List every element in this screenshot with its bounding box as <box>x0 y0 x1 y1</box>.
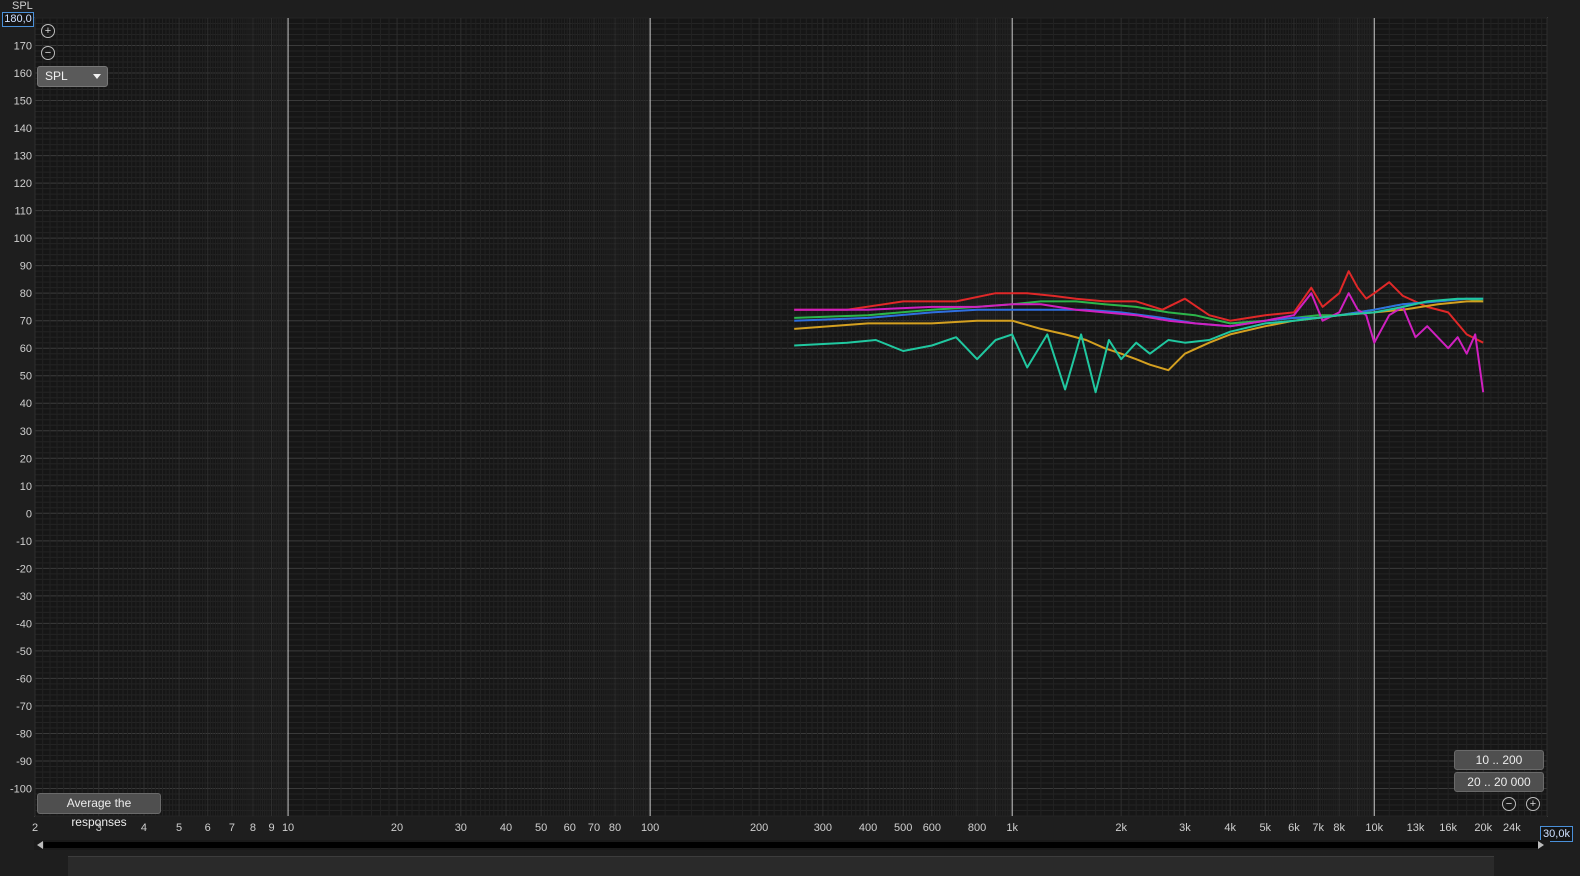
spl-chart[interactable]: 1701601501401301201101009080706050403020… <box>0 0 1580 875</box>
x-tick-label: 800 <box>968 822 986 834</box>
x-tick-label: 300 <box>814 822 832 834</box>
y-tick-label: 150 <box>14 96 32 108</box>
x-tick-label: 10k <box>1365 822 1383 834</box>
x-tick-label: 8k <box>1333 822 1345 834</box>
x-tick-label: 7k <box>1312 822 1324 834</box>
y-tick-label: 140 <box>14 123 32 135</box>
zoom-out-y-icon[interactable]: − <box>41 46 55 60</box>
x-tick-label: 5 <box>176 822 182 834</box>
zoom-in-y-icon[interactable]: + <box>41 24 55 38</box>
y-tick-label: 110 <box>14 206 32 218</box>
x-tick-label: 3k <box>1179 822 1191 834</box>
x-tick-label: 10 <box>282 822 294 834</box>
y-tick-label: 0 <box>26 508 32 520</box>
y-tick-label: 30 <box>20 426 32 438</box>
x-tick-label: 60 <box>564 822 576 834</box>
x-tick-label: 80 <box>609 822 621 834</box>
x-tick-label: 70 <box>588 822 600 834</box>
x-tick-label: 9 <box>268 822 274 834</box>
y-tick-label: 60 <box>20 343 32 355</box>
y-tick-label: -90 <box>16 756 32 768</box>
chevron-down-icon <box>93 74 101 79</box>
x-tick-label: 7 <box>229 822 235 834</box>
y-tick-label: -10 <box>16 536 32 548</box>
scroll-left-icon[interactable] <box>37 841 43 849</box>
x-tick-label: 100 <box>641 822 659 834</box>
y-tick-label: -20 <box>16 563 32 575</box>
y-tick-label: 70 <box>20 316 32 328</box>
y-tick-label: 130 <box>14 151 32 163</box>
x-tick-label: 400 <box>859 822 877 834</box>
y-tick-label: 80 <box>20 288 32 300</box>
x-tick-label: 5k <box>1259 822 1271 834</box>
legend-bar <box>68 856 1494 876</box>
y-tick-label: 100 <box>14 233 32 245</box>
x-tick-label: 13k <box>1407 822 1425 834</box>
x-tick-label: 40 <box>500 822 512 834</box>
y-tick-label: 50 <box>20 371 32 383</box>
y-tick-label: 90 <box>20 261 32 273</box>
x-tick-label: 2 <box>32 822 38 834</box>
x-tick-label: 20k <box>1474 822 1492 834</box>
x-tick-label: 4k <box>1224 822 1236 834</box>
zoom-out-x-icon[interactable]: − <box>1502 797 1516 811</box>
x-tick-label: 24k <box>1503 822 1521 834</box>
view-selector-dropdown[interactable]: SPL <box>37 66 108 87</box>
y-tick-label: 20 <box>20 453 32 465</box>
y-tick-label: 40 <box>20 398 32 410</box>
x-tick-label: 4 <box>141 822 147 834</box>
x-tick-label: 20 <box>391 822 403 834</box>
x-tick-label: 500 <box>894 822 912 834</box>
x-tick-label: 8 <box>250 822 256 834</box>
zoom-in-x-icon[interactable]: + <box>1526 797 1540 811</box>
x-tick-label: 6 <box>205 822 211 834</box>
x-tick-label: 6k <box>1288 822 1300 834</box>
x-tick-label: 200 <box>750 822 768 834</box>
horizontal-scrollbar[interactable] <box>34 840 1550 850</box>
y-tick-label: -50 <box>16 646 32 658</box>
view-selector-value: SPL <box>45 69 68 83</box>
x-tick-label: 1k <box>1006 822 1018 834</box>
x-tick-label: 16k <box>1439 822 1457 834</box>
y-tick-label: 120 <box>14 178 32 190</box>
x-tick-label: 50 <box>535 822 547 834</box>
y-tick-label: -60 <box>16 673 32 685</box>
y-max-input[interactable]: 180,0 <box>2 12 34 27</box>
y-tick-label: -100 <box>10 783 32 795</box>
scroll-right-icon[interactable] <box>1538 841 1544 849</box>
x-tick-label: 600 <box>923 822 941 834</box>
range-20-20000-button[interactable]: 20 .. 20 000 <box>1454 772 1544 792</box>
average-responses-button[interactable]: Average the responses <box>37 793 161 829</box>
range-10-200-button[interactable]: 10 .. 200 <box>1454 750 1544 770</box>
y-tick-label: -80 <box>16 728 32 740</box>
x-tick-label: 30 <box>455 822 467 834</box>
y-tick-label: 160 <box>14 68 32 80</box>
y-tick-label: 170 <box>14 41 32 53</box>
y-tick-label: 10 <box>20 481 32 493</box>
y-tick-label: -70 <box>16 701 32 713</box>
x-tick-label: 2k <box>1115 822 1127 834</box>
scrollbar-thumb[interactable] <box>44 842 1540 848</box>
y-tick-label: -30 <box>16 591 32 603</box>
y-tick-label: -40 <box>16 618 32 630</box>
y-unit-label: SPL <box>12 0 33 12</box>
